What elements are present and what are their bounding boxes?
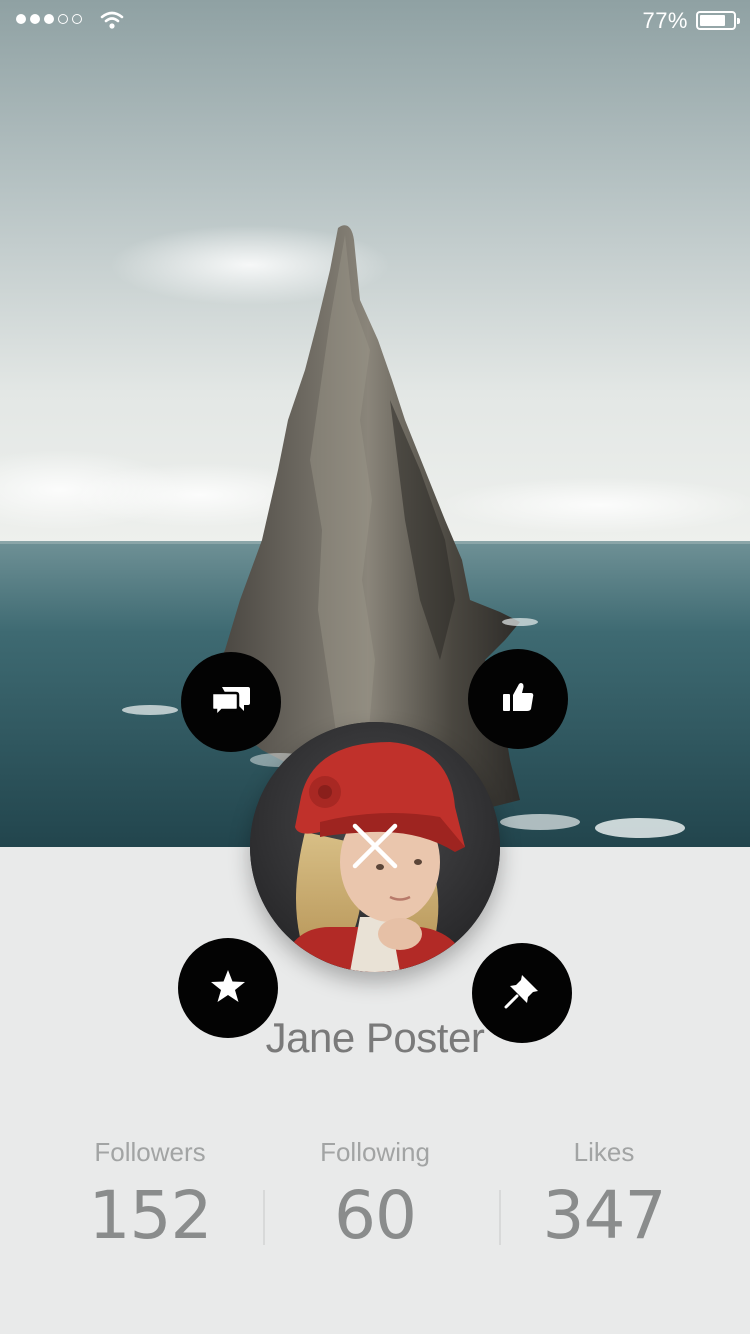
battery-nub [737,18,740,24]
followers-stat[interactable]: Followers 152 [35,1130,265,1256]
chat-button[interactable] [181,652,281,752]
following-count: 60 [334,1177,417,1254]
profile-name: Jane Poster [265,1014,485,1061]
signal-dot [72,14,82,24]
stats-divider [499,1190,501,1245]
signal-strength-icon [16,14,82,24]
following-label: Following [320,1137,430,1167]
pin-button[interactable] [472,943,572,1043]
stats-divider [263,1190,265,1245]
stats-row: Followers 152 Following 60 Likes 347 [0,1130,750,1260]
signal-dot [30,14,40,24]
pushpin-icon [502,971,542,1015]
battery-level [700,15,725,26]
signal-dot [16,14,26,24]
close-icon [350,821,400,875]
followers-label: Followers [94,1137,206,1167]
star-icon [210,969,246,1007]
signal-dot [44,14,54,24]
like-button[interactable] [468,649,568,749]
battery-icon [696,11,740,30]
following-stat[interactable]: Following 60 [260,1130,490,1256]
likes-stat[interactable]: Likes 347 [489,1130,719,1256]
thumbs-up-icon [501,681,535,717]
close-button[interactable] [347,820,403,876]
signal-dot [58,14,68,24]
wifi-icon [100,10,124,34]
likes-count: 347 [542,1177,667,1254]
hero-image [0,0,750,847]
chat-bubbles-icon [210,681,252,723]
likes-label: Likes [573,1137,635,1167]
status-bar: 77% [0,0,750,40]
battery-percentage: 77% [642,8,688,33]
followers-count: 152 [88,1177,213,1254]
favorite-button[interactable] [178,938,278,1038]
